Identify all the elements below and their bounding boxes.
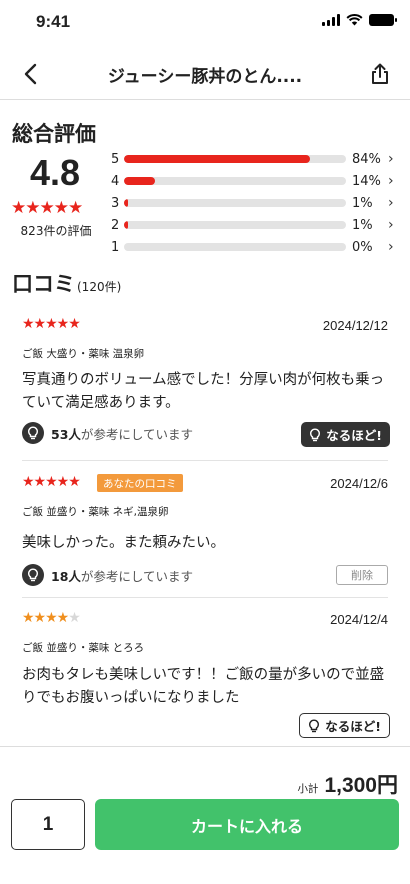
review-text: 美味しかった。また頼みたい。 <box>22 535 225 551</box>
review-date: 2024/12/4 <box>330 612 388 627</box>
your-review-badge: あなたの口コミ <box>97 474 183 492</box>
helpful-button-label: なるほど! <box>325 719 381 734</box>
rating-percent: 1% <box>352 217 373 233</box>
review-date: 2024/12/6 <box>330 476 388 491</box>
rating-label: 5 <box>111 151 120 167</box>
reviews-title: 口コミ (120件) <box>12 268 121 298</box>
rating-bar <box>124 221 346 229</box>
delete-button[interactable]: 削除 <box>336 565 388 585</box>
rating-bar <box>124 243 346 251</box>
share-icon <box>372 63 388 84</box>
chevron-right-icon: › <box>388 195 394 211</box>
add-to-cart-button[interactable]: カートに入れる <box>95 799 399 850</box>
rating-label: 1 <box>111 239 120 255</box>
rating-bar-fill <box>124 155 311 163</box>
subtotal: 小計 1,300円 <box>297 769 398 799</box>
rating-label: 4 <box>111 173 120 189</box>
rating-row-1: 1 0% › <box>111 236 401 258</box>
rating-bar-fill <box>124 199 128 207</box>
rating-count: 823件の評価 <box>20 224 92 238</box>
helpful-info: 53人が参考にしています <box>22 422 193 444</box>
rating-percent: 1% <box>352 195 373 211</box>
review-text: 写真通りのボリューム感でした！分厚い肉が何枚も乗っていて満足感あります。 <box>22 372 385 411</box>
lightbulb-icon <box>22 422 44 444</box>
review-stars: ★★★★★ <box>22 316 81 332</box>
review-stars-filled: ★★★★ <box>22 610 69 626</box>
nav-header: ジューシー豚丼のとん.... <box>0 46 410 100</box>
helpful-button[interactable]: なるほど! <box>301 422 390 447</box>
review-options: ご飯 並盛り・薬味 とろろ <box>22 642 145 654</box>
chevron-left-icon <box>24 63 37 85</box>
rating-bar <box>124 199 346 207</box>
helpful-button-label: なるほど! <box>326 428 382 443</box>
reviews-count: (120件) <box>77 280 122 294</box>
review-options: ご飯 大盛り・薬味 温泉卵 <box>22 348 145 360</box>
review-text: お肉もタレも美味しいです！！ご飯の量が多いので並盛りでもお腹いっぱいになりました <box>22 667 385 706</box>
wifi-icon <box>346 14 363 26</box>
chevron-right-icon: › <box>388 239 394 255</box>
rating-bar-fill <box>124 221 128 229</box>
back-button[interactable] <box>14 58 46 90</box>
lightbulb-icon <box>310 428 321 441</box>
page-title: ジューシー豚丼のとん.... <box>107 67 303 87</box>
rating-row-4[interactable]: 4 14% › <box>111 170 401 192</box>
helpful-count: 53人 <box>51 426 81 442</box>
overall-rating-title: 総合評価 <box>12 122 96 146</box>
status-icons <box>322 14 397 26</box>
rating-percent: 14% <box>352 173 381 189</box>
rating-label: 2 <box>111 217 120 233</box>
reviews-title-text: 口コミ <box>12 272 75 296</box>
helpful-button[interactable]: なるほど! <box>299 713 390 738</box>
cellular-signal-icon <box>322 14 340 26</box>
rating-bar <box>124 177 346 185</box>
subtotal-value: 1,300円 <box>324 774 398 797</box>
average-score: 4.8 <box>29 152 81 193</box>
review-stars: ★★★★★ <box>22 474 81 490</box>
review-stars: ★★★★★ <box>22 610 81 626</box>
rating-bar <box>124 155 346 163</box>
status-time: 9:41 <box>36 12 71 31</box>
review-stars-empty: ★ <box>68 610 81 626</box>
rating-row-5[interactable]: 5 84% › <box>111 148 401 170</box>
battery-icon <box>369 14 397 26</box>
rating-percent: 84% <box>352 151 381 167</box>
helpful-suffix: が参考にしています <box>80 426 194 442</box>
helpful-count: 18人 <box>51 568 81 584</box>
chevron-right-icon: › <box>388 151 394 167</box>
quantity-selector[interactable]: 1 <box>11 799 85 850</box>
divider <box>22 460 388 461</box>
status-bar: 9:41 <box>0 0 410 46</box>
rating-label: 3 <box>111 195 120 211</box>
rating-distribution: 5 84% › 4 14% › 3 1% › 2 1% › 1 0% › <box>111 148 401 258</box>
lightbulb-icon <box>22 564 44 586</box>
rating-bar-fill <box>124 177 156 185</box>
helpful-info: 18人が参考にしています <box>22 564 193 586</box>
chevron-right-icon: › <box>388 217 394 233</box>
divider <box>22 597 388 598</box>
chevron-right-icon: › <box>388 173 394 189</box>
rating-row-2[interactable]: 2 1% › <box>111 214 401 236</box>
subtotal-label: 小計 <box>297 783 319 795</box>
helpful-suffix: が参考にしています <box>80 568 194 584</box>
lightbulb-icon <box>309 719 320 732</box>
average-stars: ★★★★★ <box>11 198 83 218</box>
footer: 小計 1,300円 1 カートに入れる <box>0 746 410 884</box>
share-button[interactable] <box>364 58 396 90</box>
rating-percent: 0% <box>352 239 373 255</box>
rating-row-3[interactable]: 3 1% › <box>111 192 401 214</box>
review-date: 2024/12/12 <box>322 318 388 333</box>
review-options: ご飯 並盛り・薬味 ネギ,温泉卵 <box>22 506 169 518</box>
